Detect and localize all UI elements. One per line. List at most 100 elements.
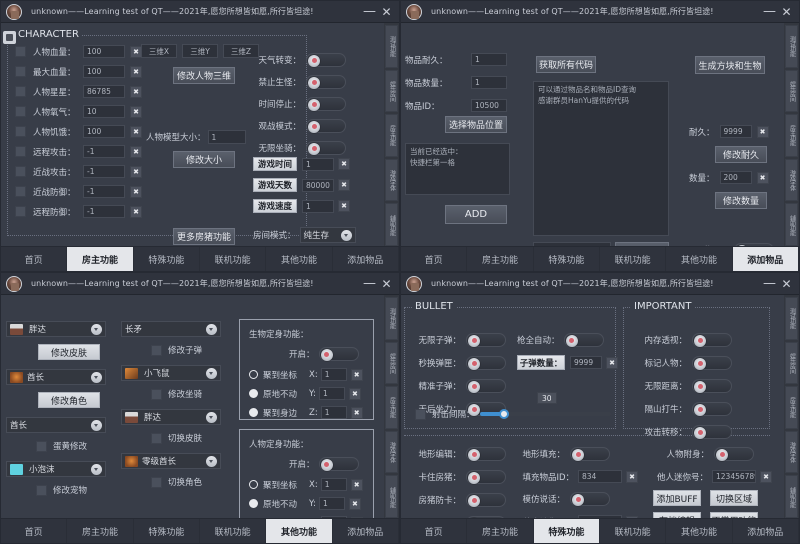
modify-count-button[interactable]: 修改数量 [715,192,767,209]
game-time-tag[interactable]: 游戏时间 [253,157,297,171]
flying-squirrel-dropdown[interactable]: 小飞鼠 [121,365,221,381]
stat-row[interactable]: 近战攻击： -1 ✖ [15,165,142,178]
modify-mount-row[interactable]: 修改坐骑 [151,388,221,400]
tab-host-functions[interactable]: 房主功能 [467,247,534,271]
add-buff-button[interactable]: 添加BUFF [653,490,701,506]
durability-clear-button[interactable]: ✖ [756,125,769,138]
anti-stuck-toggle[interactable] [466,493,506,507]
bullet-count-tag[interactable]: 子弹数量： [517,355,565,370]
time-stop-toggle[interactable] [306,97,346,111]
titlebar[interactable]: unknown——Learning test of QT——2021年,愿您所想… [401,1,799,23]
panda-dropdown[interactable]: 胖达 [6,321,106,337]
titlebar[interactable]: unknown——Learning test of QT——2021年,愿您所想… [401,273,799,295]
spawn-block-creature-button[interactable]: 生成方块和生物 [695,56,765,74]
minimize-button[interactable]: — [361,1,378,23]
choose-item-position-button[interactable]: 选择物品位置 [445,116,507,133]
stat-row[interactable]: 远程攻击： -1 ✖ [15,145,142,158]
other-mini-id-input[interactable]: 123456789 [578,515,622,518]
toggle-row[interactable]: 卡住房猪： [415,470,506,484]
toggle-row[interactable]: 精准子弹： [415,379,506,393]
attack-transfer-toggle[interactable] [692,425,732,439]
selection-status-textarea[interactable]: 当前已经选中： 快捷栏第一格 [405,143,510,195]
game-days-clear-button[interactable]: ✖ [338,179,350,191]
toggle-row[interactable]: 无限坐骑： [253,141,346,155]
stat-clear-button[interactable]: ✖ [130,205,142,218]
stat-clear-button[interactable]: ✖ [130,145,142,158]
stat-checkbox[interactable] [15,166,26,177]
quick-reload-toggle[interactable] [466,356,506,370]
tab-special-functions[interactable]: 特殊功能 [134,247,200,271]
tag-field-row[interactable]: 游戏天数 80000 ✖ [253,178,350,192]
stat-input[interactable]: 100 [83,45,125,58]
creature-axis-clear-button[interactable]: ✖ [348,387,361,400]
possess-mini-id-row[interactable]: 他人迷你号： 123456789 ✖ [653,470,772,483]
item-field-row[interactable]: 物品ID： 10500 [405,99,507,112]
toggle-row[interactable]: 标记人物： [641,356,732,370]
tab-homepage[interactable]: 首页 [401,519,468,543]
vertical-tabs-w2[interactable]: 测试功能 娱乐房间 房主功能 游戏字体 辅助功能 [784,23,799,246]
yolk-modify-checkbox[interactable] [36,440,47,452]
modify-role-button[interactable]: 修改角色 [38,392,100,408]
stat-checkbox[interactable] [15,86,26,97]
close-button[interactable]: ✕ [778,273,795,295]
game-time-input[interactable]: 1 [302,157,334,171]
stat-checkbox[interactable] [15,146,26,157]
rare-functions-button[interactable]: 不常用功能 [710,512,758,518]
infinite-distance-toggle[interactable] [692,379,732,393]
modify-skin-button[interactable]: 修改皮肤 [38,344,100,360]
stat-checkbox[interactable] [15,186,26,197]
toggle-row[interactable]: 无限距离： [641,379,732,393]
tab-host-functions[interactable]: 房主功能 [67,247,134,271]
close-button[interactable]: ✕ [378,273,395,295]
vertical-tabs-w4[interactable]: 测试功能 娱乐房间 房主功能 游戏字体 辅助功能 [784,295,799,518]
modify-durability-button[interactable]: 修改耐久 [715,146,767,163]
fill-item-id-clear-button[interactable]: ✖ [626,470,638,483]
modify-bullet-checkbox[interactable] [151,344,162,356]
character-axis-input[interactable]: 1 [318,497,345,510]
tab-add-item[interactable]: 添加物品 [732,247,799,271]
character-option-radio[interactable] [249,499,258,508]
character-option-radio[interactable] [249,480,258,489]
dim-x-input[interactable]: 三维X [141,44,177,58]
character-option-row[interactable]: 原地不动 Y: 1 ✖ [249,497,363,510]
tab-multiplayer-functions[interactable]: 联机功能 [600,519,667,543]
possess-character-toggle[interactable] [714,447,754,461]
tab-add-item[interactable]: 添加物品 [733,519,799,543]
stat-clear-button[interactable]: ✖ [130,125,142,138]
item-id-input[interactable]: 10500 [471,99,507,112]
item-durability-input[interactable]: 1 [471,53,507,66]
modify-size-button[interactable]: 修改大小 [173,151,235,168]
window-other-functions[interactable]: unknown——Learning test of QT——2021年,愿您所想… [0,272,400,544]
action-buttons-row[interactable]: 添加BUFF 切换区域 [653,490,772,506]
vtab-2[interactable]: 房主功能 [385,386,398,429]
tab-host-functions[interactable]: 房主功能 [67,519,134,543]
toggle-row[interactable]: 人物附身： [663,447,772,461]
other-mini-id-clear-button[interactable]: ✖ [626,515,638,518]
tab-special-functions[interactable]: 特殊功能 [533,519,600,543]
tab-other-functions[interactable]: 其他功能 [266,519,333,543]
weather-change-toggle[interactable] [306,53,346,67]
dimension-buttons[interactable]: 三维X 三维Y 三维Z [141,44,259,58]
toggle-row[interactable]: 弓箭满力： [415,516,506,518]
character-option-row[interactable]: 聚到身边 Z: 1 ✖ [249,516,363,518]
stat-input[interactable]: -1 [83,185,125,198]
spectator-mode-toggle[interactable] [306,119,346,133]
vertical-tabs-w3[interactable]: 测试功能 娱乐房间 房主功能 游戏字体 辅助功能 [384,295,399,518]
vtab-3[interactable]: 游戏字体 [785,430,798,474]
stat-input[interactable]: -1 [83,145,125,158]
possess-mini-id-input[interactable]: 123456789 [712,470,756,483]
close-button[interactable]: ✕ [378,1,395,23]
switch-role-checkbox[interactable] [151,476,162,488]
toggle-row[interactable]: 秒换弹匣： [415,356,506,370]
stuck-host-toggle[interactable] [466,470,506,484]
tab-homepage[interactable]: 首页 [401,247,468,271]
toggle-row[interactable]: 地形填充： [519,447,638,461]
switch-skin-checkbox[interactable] [151,432,162,444]
vtab-0[interactable]: 测试功能 [385,297,398,340]
creature-enable-row[interactable]: 开启： [289,347,363,361]
fire-interval-slider[interactable] [479,409,611,419]
tab-other-functions[interactable]: 其他功能 [266,247,333,271]
vtab-0[interactable]: 测试功能 [785,25,798,68]
full-auto-toggle[interactable] [563,333,604,347]
toggle-row[interactable]: 无限子弹： [415,333,506,347]
